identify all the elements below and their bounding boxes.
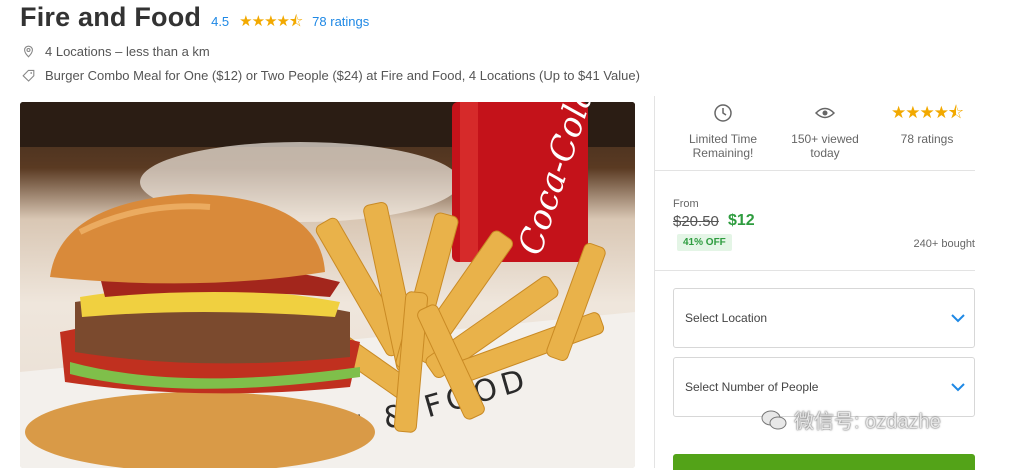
burger-and-fries-image: Coca-Cola FIRE & FOOD — [20, 102, 635, 468]
panel-rating-stars: ★★★★⯪ — [890, 103, 964, 122]
deal-summary-row: Burger Combo Meal for One ($12) or Two P… — [22, 68, 640, 83]
deal-header: Fire and Food 4.5 ★★★★⯪ 78 ratings — [20, 2, 369, 36]
deal-stats: Limited Time Remaining! 150+ viewed toda… — [655, 96, 975, 171]
wechat-icon — [760, 408, 788, 432]
sale-price: $12 — [728, 212, 755, 229]
clock-icon — [673, 102, 773, 124]
locations-link[interactable]: 4 Locations – less than a km — [45, 44, 210, 59]
chevron-down-icon — [950, 380, 966, 392]
deal-summary: Burger Combo Meal for One ($12) or Two P… — [45, 68, 640, 83]
eye-icon — [775, 102, 875, 124]
views-stat: 150+ viewed today — [775, 102, 875, 160]
discount-badge: 41% OFF — [677, 234, 732, 251]
limited-time-line1: Limited Time — [688, 132, 758, 146]
deal-photo[interactable]: Coca-Cola FIRE & FOOD — [20, 102, 635, 468]
views-line2: today — [810, 146, 840, 160]
rating-value: 4.5 — [211, 14, 230, 29]
select-people-label: Select Number of People — [685, 380, 819, 394]
wechat-watermark: 微信号: ozdazhe — [760, 405, 941, 434]
limited-time-line2: Remaining! — [692, 146, 754, 160]
views-line1: 150+ viewed — [791, 132, 859, 146]
watermark-text: 微信号: ozdazhe — [794, 411, 941, 433]
ratings-stat[interactable]: ★★★★⯪ 78 ratings — [877, 102, 977, 146]
select-location-label: Select Location — [685, 311, 768, 325]
rating-stars: ★★★★⯪ — [239, 13, 303, 30]
select-location-dropdown[interactable]: Select Location — [673, 288, 975, 348]
limited-time-stat: Limited Time Remaining! — [673, 102, 773, 160]
original-price: $20.50 — [673, 213, 719, 230]
tag-icon — [22, 69, 35, 82]
price-box: From $20.50 $12 41% OFF 240+ bought — [655, 170, 975, 271]
location-pin-icon — [22, 45, 35, 58]
from-label: From — [673, 198, 699, 210]
panel-ratings-label: 78 ratings — [900, 132, 954, 146]
bought-count: 240+ bought — [913, 238, 975, 250]
ratings-link[interactable]: 78 ratings — [312, 14, 369, 29]
chevron-down-icon — [950, 311, 966, 323]
page-title: Fire and Food — [20, 2, 202, 32]
locations-row: 4 Locations – less than a km — [22, 44, 210, 59]
